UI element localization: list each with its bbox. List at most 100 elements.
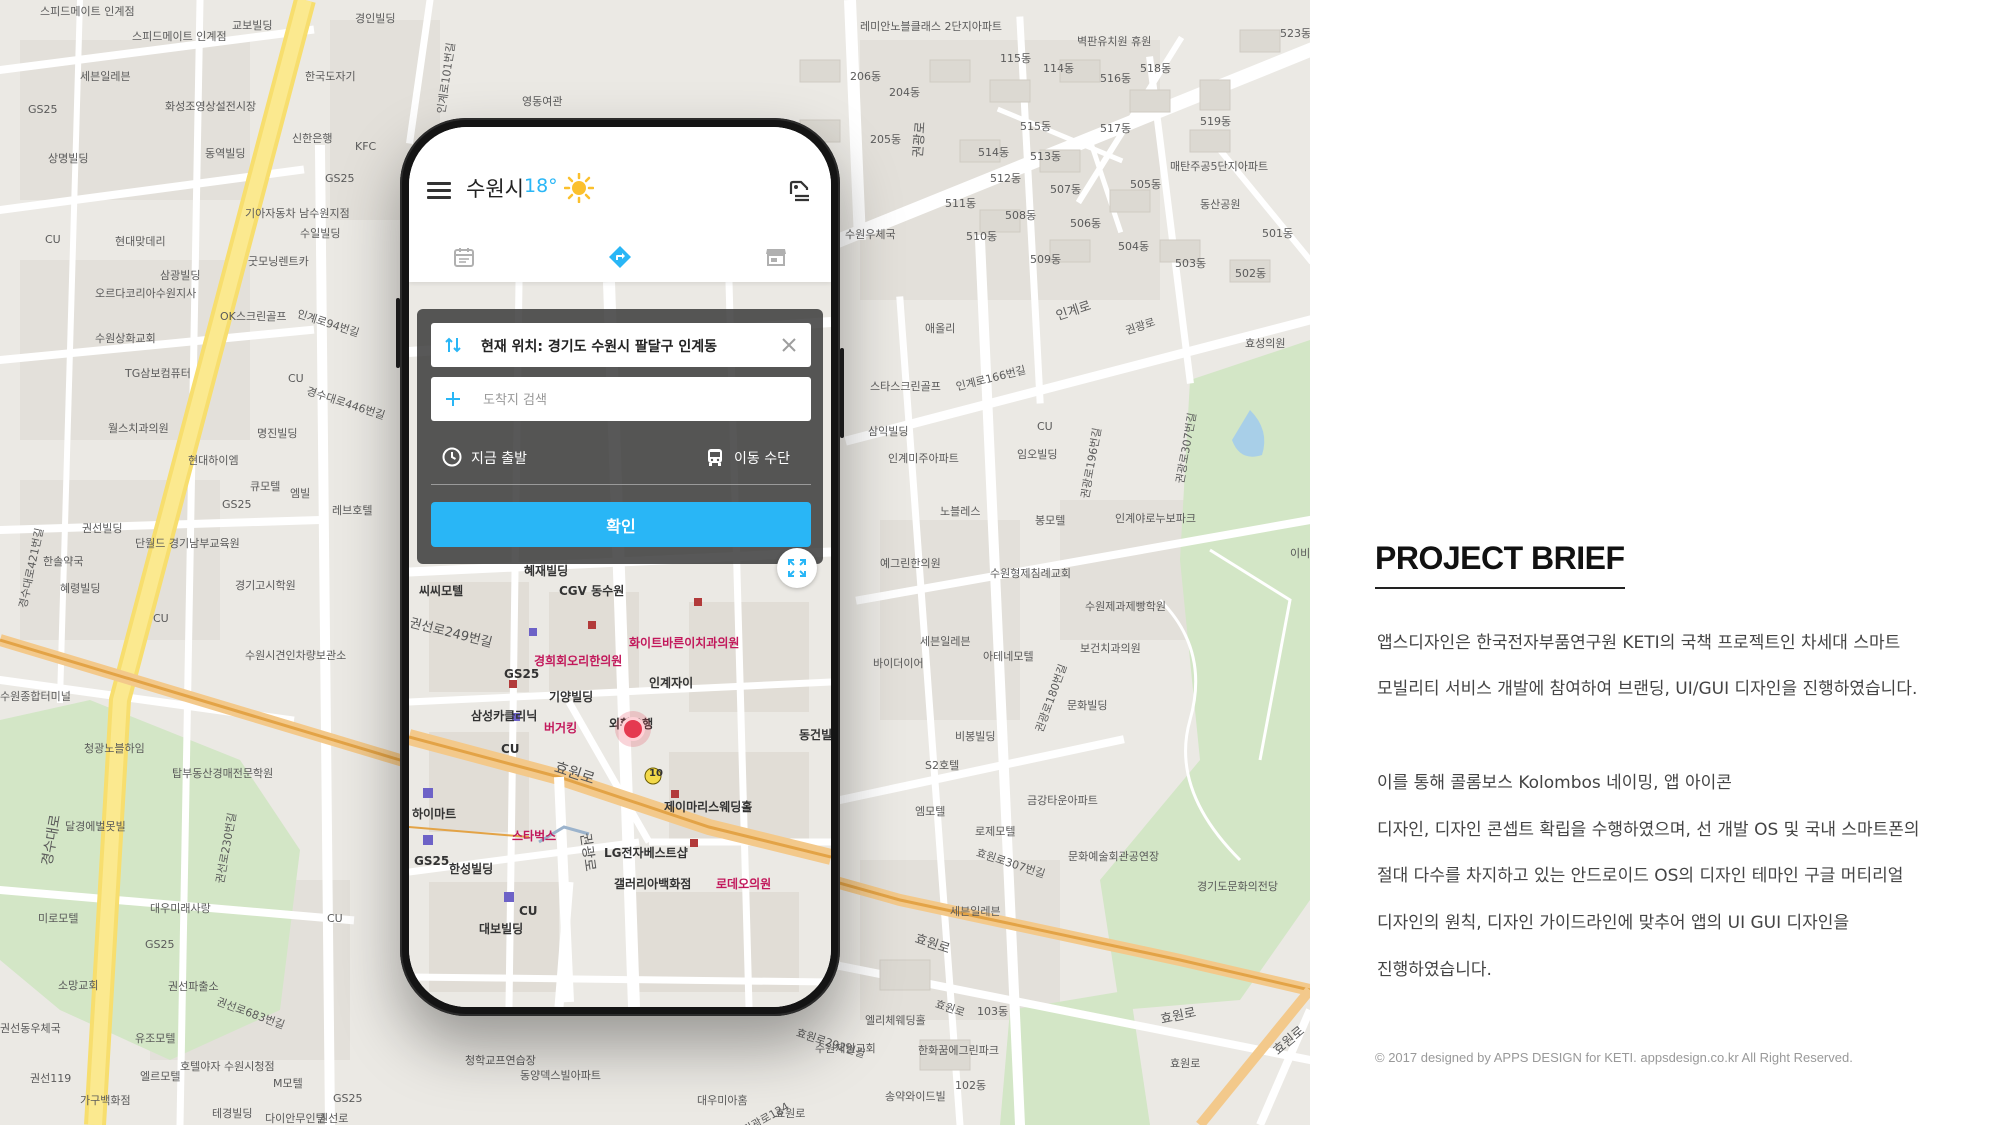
clock-icon [442, 447, 462, 467]
destination-field[interactable] [431, 377, 811, 421]
map-label: 권광로 [911, 121, 929, 159]
depart-time-label: 지금 출발 [471, 451, 527, 467]
map-label: 506동 [1070, 217, 1102, 230]
map-label: 수원종합터미널 [0, 690, 71, 703]
map-label: 세븐일레븐 [950, 905, 1001, 918]
map-label: 보건치과의원 [1080, 642, 1141, 655]
map-label: 경기고시학원 [235, 579, 296, 592]
map-poi-label: 버거킹 [544, 721, 578, 735]
map-label: 수원시견인차량보관소 [245, 649, 347, 662]
map-poi-label: CU [501, 742, 520, 756]
map-label: 큐모텔 [250, 480, 281, 493]
map-label: 월스치과의원 [108, 422, 169, 435]
close-icon[interactable] [779, 335, 799, 355]
map-label: 효원로 [1170, 1057, 1201, 1070]
route-panel: 현재 위치: 경기도 수원시 팔달구 인계동 지금 출발 [417, 309, 823, 564]
map-poi-label: 씨씨모텔 [419, 584, 464, 598]
plus-icon [446, 392, 460, 406]
map-layers-icon[interactable] [785, 176, 813, 204]
swap-icon [445, 337, 461, 353]
map-label: 스피드메이트 인계점 [40, 5, 135, 18]
tab-store[interactable] [756, 237, 796, 277]
map-poi-label: CU [519, 904, 538, 918]
map-label: 소망교회 [58, 979, 99, 992]
map-poi-label: 제이마리스웨딩홀 [664, 800, 753, 814]
map-label: GS25 [222, 498, 252, 511]
map-poi-label: 삼성카클리닉 [471, 709, 538, 723]
transport-mode-label: 이동 수단 [734, 451, 790, 467]
map-label: 엘리체웨딩홀 [865, 1014, 926, 1027]
map-label: 523동 [1280, 27, 1310, 40]
map-poi-label: 하이마트 [412, 807, 457, 821]
tab-schedule[interactable] [444, 237, 484, 277]
map-label: 505동 [1130, 178, 1162, 191]
map-label: 504동 [1118, 240, 1150, 253]
map-label: 수원상화교회 [95, 332, 156, 345]
map-poi-label: 혜재빌딩 [524, 564, 569, 578]
map-label: TG삼보컴퓨터 [125, 367, 191, 380]
map-label: GS25 [325, 172, 355, 185]
map-label: 유조모텔 [135, 1032, 176, 1045]
map-label: GS25 [145, 938, 175, 951]
map-label: 동역빌딩 [205, 147, 246, 160]
map-poi-label: 한성빌딩 [449, 862, 494, 876]
map-label: 권선빌딩 [82, 522, 123, 535]
map-label: 513동 [1030, 150, 1062, 163]
destination-input[interactable] [481, 387, 795, 413]
copyright-text: © 2017 designed by APPS DESIGN for KETI.… [1375, 1050, 1853, 1065]
map-label: 청광노블하임 [84, 742, 145, 755]
map-label: 세븐일레븐 [920, 635, 971, 648]
map-label: 517동 [1100, 122, 1132, 135]
menu-icon[interactable] [427, 182, 451, 200]
map-label: 영동여관 [522, 95, 563, 108]
map-label: OK스크린골프 [220, 310, 287, 323]
map-label: CU [288, 372, 304, 385]
map-label: 효원로 [775, 1107, 806, 1120]
map-exit-number: 10 [649, 768, 663, 779]
fullscreen-button[interactable] [777, 548, 817, 588]
map-label: 경인빌딩 [355, 12, 396, 25]
tab-bar [409, 231, 831, 281]
origin-field[interactable]: 현재 위치: 경기도 수원시 팔달구 인계동 [431, 323, 811, 367]
brief-line: 디자인의 원칙, 디자인 가이드라인에 맞추어 앱의 UI GUI 디자인을 [1377, 913, 1850, 933]
tab-directions[interactable] [600, 237, 640, 277]
map-label: 권선119 [30, 1072, 72, 1085]
map-label: 금강타운아파트 [1027, 794, 1098, 807]
map-label: 한국도자기 [305, 70, 356, 83]
map-label: 수원제과제빵학원 [1085, 600, 1166, 613]
map-poi-label: 경희회오리한의원 [534, 654, 623, 668]
panel-divider [431, 484, 811, 485]
depart-time-option[interactable]: 지금 출발 [441, 444, 571, 470]
map-label: 로제모텔 [975, 825, 1016, 838]
map-label: 삼광빌딩 [160, 269, 201, 282]
map-label: 교보빌딩 [232, 19, 273, 32]
map-label: 비봉빌딩 [955, 730, 996, 743]
transport-mode-option[interactable]: 이동 수단 [704, 444, 814, 470]
map-label: 502동 [1235, 267, 1267, 280]
confirm-button[interactable]: 확인 [431, 502, 811, 547]
map-label: 문화예술회관공연장 [1068, 850, 1160, 863]
map-label: 봉모텔 [1035, 514, 1066, 527]
map-label: 206동 [850, 70, 882, 83]
map-label: 권선로 [318, 1112, 349, 1125]
map-label: 507동 [1050, 183, 1082, 196]
map-label: 가구백화점 [80, 1094, 131, 1107]
current-location-marker [621, 717, 645, 741]
brief-title: PROJECT BRIEF [1375, 540, 1625, 589]
map-label: CU [45, 233, 61, 246]
map-label: 현대맞데리 [115, 235, 166, 248]
phone-volume-button [396, 298, 400, 368]
map-label: 매탄주공5단지아파트 [1170, 160, 1269, 173]
map-poi-label: 기양빌딩 [549, 690, 594, 704]
map-label: 114동 [1043, 62, 1075, 75]
map-label: 508동 [1005, 209, 1037, 222]
map-label: 509동 [1030, 253, 1062, 266]
map-label: 스피드메이트 인계점 [132, 30, 227, 43]
map-label: 대우미래사랑 [150, 902, 211, 915]
map-label: 205동 [870, 133, 902, 146]
map-label: 510동 [966, 230, 998, 243]
map-label: 엠모텔 [915, 805, 946, 818]
sun-icon [564, 173, 594, 203]
map-label: 115동 [1000, 52, 1032, 65]
map-label: 인계야로누보파크 [1115, 512, 1196, 525]
